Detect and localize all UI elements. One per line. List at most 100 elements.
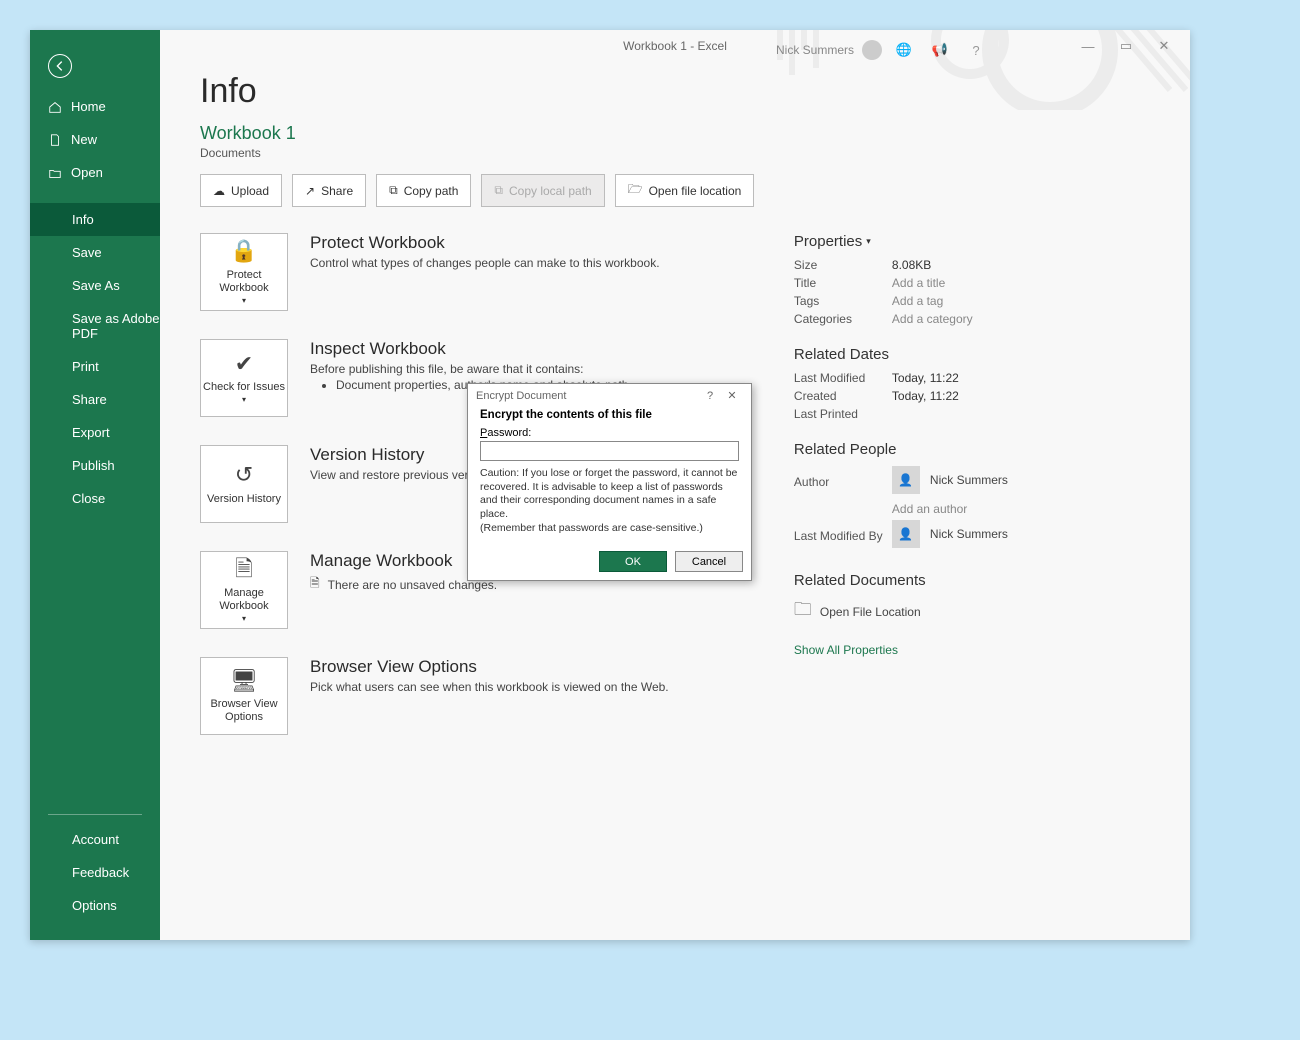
people-header: Related People [794, 441, 1150, 458]
check-icon: ✔︎ [235, 351, 253, 377]
dialog-heading: Encrypt the contents of this file [480, 409, 739, 421]
date-cre-val: Today, 11:22 [892, 389, 959, 403]
password-label: Password: [480, 427, 739, 439]
prop-tags-val[interactable]: Add a tag [892, 294, 943, 308]
megaphone-icon[interactable]: 📢 [926, 36, 954, 64]
nav-save[interactable]: Save [30, 236, 160, 269]
browser-title: Browser View Options [310, 657, 669, 677]
browser-section: 🖥 Browser View Options Browser View Opti… [200, 657, 754, 735]
add-author[interactable]: Add an author [892, 502, 967, 516]
chevron-down-icon: ▾ [242, 296, 246, 306]
upload-button[interactable]: ☁Upload [200, 174, 282, 207]
chevron-down-icon: ▾ [866, 236, 871, 247]
docs-header: Related Documents [794, 572, 1150, 589]
nav-info[interactable]: Info [30, 203, 160, 236]
nav-open[interactable]: Open [30, 156, 160, 189]
user-name: Nick Summers [776, 43, 854, 57]
document-icon [48, 133, 62, 147]
avatar-icon: 👤 [892, 466, 920, 494]
nav-saveas[interactable]: Save As [30, 269, 160, 302]
avatar-icon [862, 40, 882, 60]
chevron-down-icon: ▾ [242, 614, 246, 624]
lock-icon: 🔒 [230, 238, 257, 264]
home-icon [48, 100, 62, 114]
dialog-help-button[interactable]: ? [699, 390, 721, 402]
nav-feedback[interactable]: Feedback [30, 856, 160, 889]
nav-saveadobe[interactable]: Save as Adobe PDF [30, 302, 160, 350]
open-file-location-button[interactable]: 🗁Open file location [615, 174, 755, 207]
help-icon[interactable]: ? [962, 36, 990, 64]
show-all-properties[interactable]: Show All Properties [794, 643, 898, 657]
protect-title: Protect Workbook [310, 233, 660, 253]
check-issues-button[interactable]: ✔︎ Check for Issues ▾ [200, 339, 288, 417]
prop-title-val[interactable]: Add a title [892, 276, 945, 290]
lastmodby-key: Last Modified By [794, 529, 892, 543]
workbook-path: Documents [200, 146, 1150, 160]
nav-home-label: Home [71, 99, 106, 114]
share-button[interactable]: ↗Share [292, 174, 366, 207]
nav-new[interactable]: New [30, 123, 160, 156]
lastmodby-name: Nick Summers [930, 527, 1008, 541]
globe-icon[interactable]: 🌐 [890, 36, 918, 64]
nav-publish[interactable]: Publish [30, 449, 160, 482]
browser-view-button[interactable]: 🖥 Browser View Options [200, 657, 288, 735]
restore-button[interactable]: ▭ [1108, 38, 1144, 54]
chevron-down-icon: ▾ [242, 395, 246, 405]
protect-desc: Control what types of changes people can… [310, 256, 660, 270]
open-file-location-link[interactable]: 🗀 Open File Location [794, 597, 1150, 627]
nav-print[interactable]: Print [30, 350, 160, 383]
window-title: Workbook 1 - Excel [623, 39, 727, 53]
encrypt-document-dialog: Encrypt Document ? ✕ Encrypt the content… [467, 383, 752, 581]
copy-path-button[interactable]: ⧉Copy path [376, 174, 471, 207]
ok-button[interactable]: OK [599, 551, 667, 572]
nav-account[interactable]: Account [30, 823, 160, 856]
dialog-close-button[interactable]: ✕ [721, 389, 743, 402]
version-history-button[interactable]: ↺ Version History [200, 445, 288, 523]
author-person[interactable]: 👤 Nick Summers [892, 466, 1008, 494]
date-pri-key: Last Printed [794, 407, 892, 421]
nav-home[interactable]: Home [30, 90, 160, 123]
workbook-title: Workbook 1 [200, 123, 1150, 144]
back-button[interactable] [48, 54, 72, 78]
prop-size-val: 8.08KB [892, 258, 931, 272]
prop-cat-val[interactable]: Add a category [892, 312, 973, 326]
author-name: Nick Summers [930, 473, 1008, 487]
document-small-icon: 🗎 [310, 574, 320, 595]
nav-open-label: Open [71, 165, 103, 180]
author-key: Author [794, 475, 892, 489]
action-row: ☁Upload ↗Share ⧉Copy path ⧉Copy local pa… [200, 174, 1150, 207]
date-cre-key: Created [794, 389, 892, 403]
prop-title-key: Title [794, 276, 892, 290]
link-icon: ⧉ [494, 183, 503, 198]
inspect-desc: Before publishing this file, be aware th… [310, 362, 628, 376]
password-input[interactable] [480, 441, 739, 461]
dialog-caution: Caution: If you lose or forget the passw… [480, 467, 739, 522]
backstage-sidebar: Home New Open Info Save Save As Save as … [30, 30, 160, 940]
inspect-title: Inspect Workbook [310, 339, 628, 359]
protect-workbook-button[interactable]: 🔒 Protect Workbook ▾ [200, 233, 288, 311]
copy-local-path-button: ⧉Copy local path [481, 174, 604, 207]
manage-workbook-button[interactable]: 🗎 Manage Workbook ▾ [200, 551, 288, 629]
nav-share[interactable]: Share [30, 383, 160, 416]
browser-desc: Pick what users can see when this workbo… [310, 680, 669, 694]
user-area[interactable]: Nick Summers 🌐 📢 ? [776, 36, 990, 64]
close-window-button[interactable]: ✕ [1146, 38, 1182, 54]
folder-icon: 🗁 [628, 180, 643, 201]
upload-icon: ☁ [213, 184, 225, 198]
nav-options[interactable]: Options [30, 889, 160, 922]
nav-export[interactable]: Export [30, 416, 160, 449]
folder-icon: 🗀 [794, 597, 812, 627]
prop-cat-key: Categories [794, 312, 892, 326]
titlebar: Workbook 1 - Excel Nick Summers 🌐 📢 ? — … [160, 30, 1190, 62]
properties-header[interactable]: Properties▾ [794, 233, 1150, 250]
cancel-button[interactable]: Cancel [675, 551, 743, 572]
history-icon: ↺ [235, 462, 253, 488]
lastmodby-person[interactable]: 👤 Nick Summers [892, 520, 1008, 548]
nav-close[interactable]: Close [30, 482, 160, 515]
nav-new-label: New [71, 132, 97, 147]
protect-section: 🔒 Protect Workbook ▾ Protect Workbook Co… [200, 233, 754, 311]
dates-header: Related Dates [794, 346, 1150, 363]
document-icon: 🗎 [235, 556, 253, 582]
minimize-button[interactable]: — [1070, 39, 1106, 54]
browser-icon: 🖥 [230, 668, 258, 694]
